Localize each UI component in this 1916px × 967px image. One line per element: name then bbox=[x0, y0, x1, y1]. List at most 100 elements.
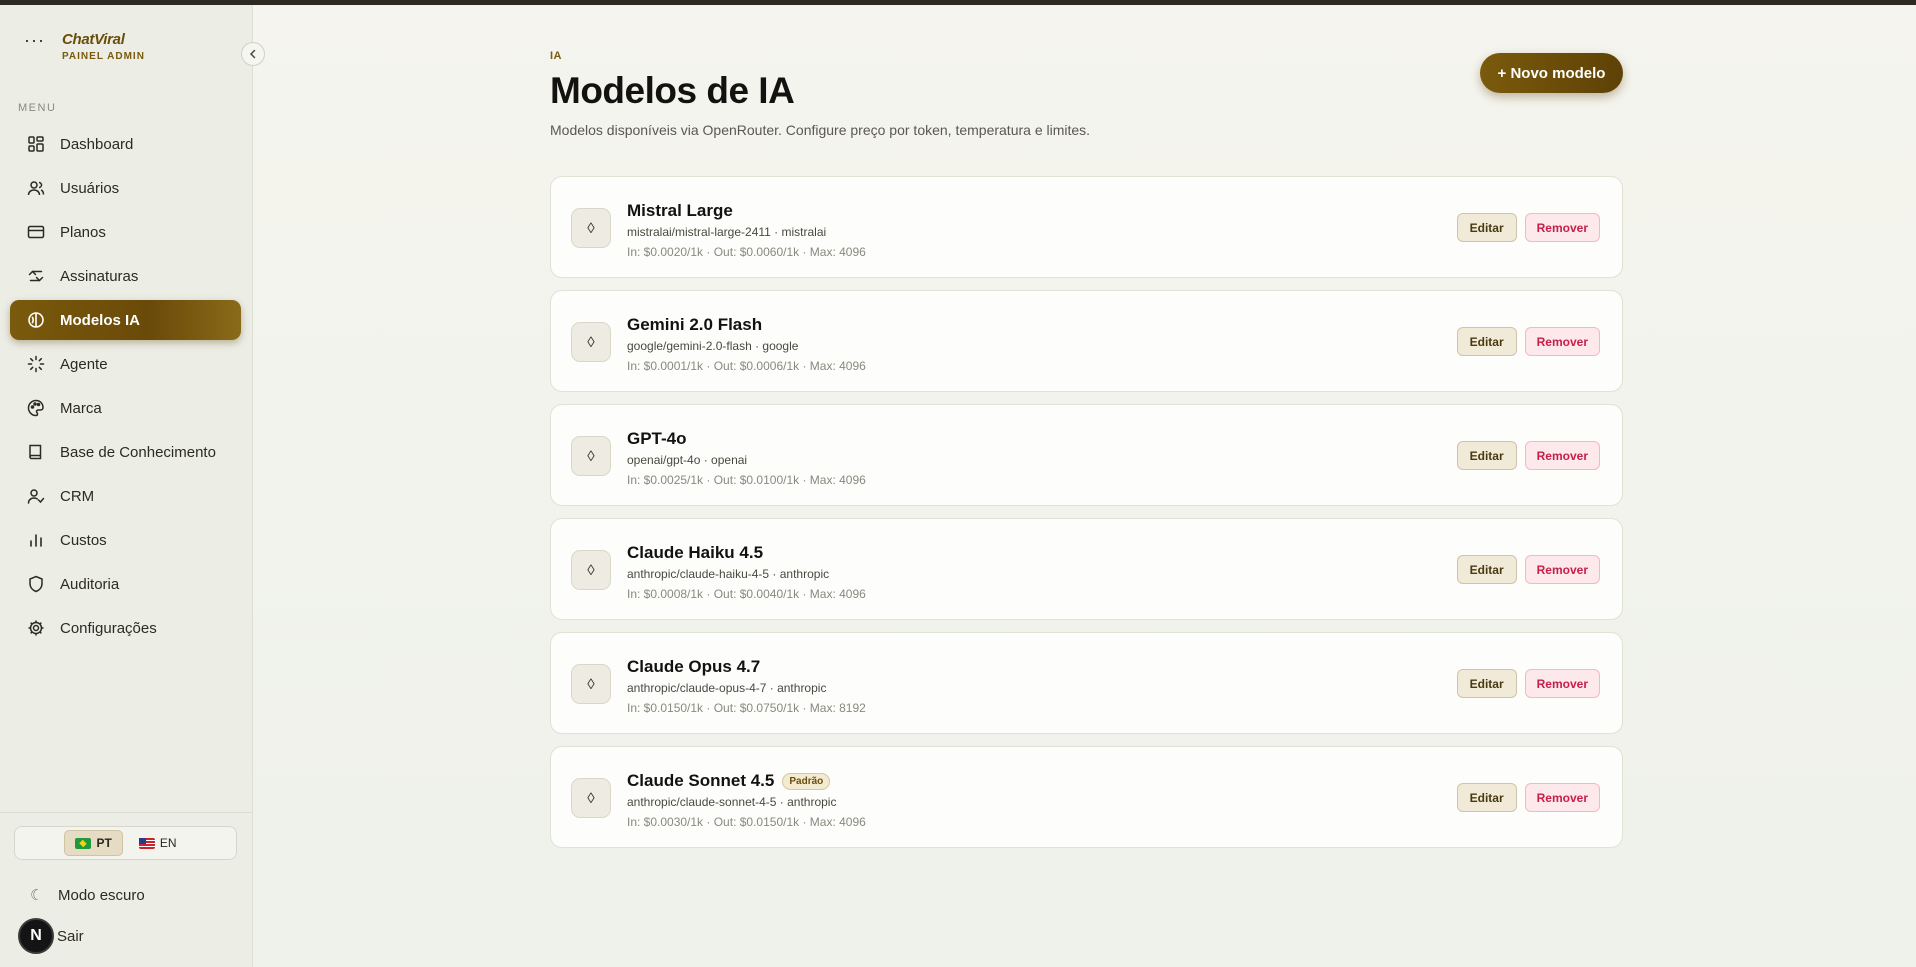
sidebar-item-label: Modelos IA bbox=[60, 311, 141, 329]
model-name: Claude Haiku 4.5 bbox=[627, 543, 764, 562]
dark-mode-label: Modo escuro bbox=[58, 886, 145, 904]
sidebar-item-ai-models[interactable]: Modelos IA bbox=[10, 300, 241, 340]
dark-mode-toggle[interactable]: ☾ Modo escuro bbox=[30, 886, 145, 905]
language-pt-button[interactable]: PT bbox=[64, 830, 123, 856]
logout-label: Sair bbox=[57, 927, 84, 945]
bar-chart-icon bbox=[26, 530, 46, 550]
sidebar: ··· ChatViral PAINEL ADMIN MENU Dashboar… bbox=[0, 5, 265, 967]
model-card: ◊ Mistral Large mistralai/mistral-large-… bbox=[550, 176, 1623, 278]
model-card: ◊ GPT-4o openai/gpt-4o · openai In: $0.0… bbox=[550, 404, 1623, 506]
sidebar-item-label: Agente bbox=[60, 355, 108, 373]
chevron-left-icon bbox=[249, 49, 256, 59]
logout-button[interactable]: N Sair bbox=[18, 918, 84, 954]
page-title: Modelos de IA bbox=[550, 70, 795, 111]
diamond-icon: ◊ bbox=[571, 664, 611, 704]
window-top-bar bbox=[0, 0, 1916, 5]
model-name: Claude Opus 4.7 bbox=[627, 657, 761, 676]
language-switcher: PT EN bbox=[14, 826, 237, 860]
sidebar-item-dashboard[interactable]: Dashboard bbox=[10, 124, 241, 164]
spark-icon bbox=[26, 354, 46, 374]
shield-icon bbox=[26, 574, 46, 594]
model-id: google/gemini-2.0-flash · google bbox=[627, 339, 799, 353]
sidebar-item-label: CRM bbox=[60, 487, 95, 505]
sidebar-item-costs[interactable]: Custos bbox=[10, 520, 241, 560]
sidebar-item-label: Base de Conhecimento bbox=[60, 443, 216, 461]
language-en-button[interactable]: EN bbox=[129, 830, 187, 856]
brand-name: ChatViral bbox=[62, 31, 125, 48]
model-id: anthropic/claude-haiku-4-5 · anthropic bbox=[627, 567, 830, 581]
main-content: IA Modelos de IA Modelos disponíveis via… bbox=[550, 50, 1623, 848]
edit-button[interactable]: Editar bbox=[1456, 327, 1517, 356]
model-id: anthropic/claude-sonnet-4-5 · anthropic bbox=[627, 795, 837, 809]
model-id: mistralai/mistral-large-2411 · mistralai bbox=[627, 225, 827, 239]
edit-button[interactable]: Editar bbox=[1456, 213, 1517, 242]
edit-button[interactable]: Editar bbox=[1456, 441, 1517, 470]
model-pricing: In: $0.0008/1k · Out: $0.0040/1k · Max: … bbox=[627, 587, 866, 601]
sidebar-divider bbox=[0, 812, 253, 813]
diamond-icon: ◊ bbox=[571, 778, 611, 818]
gear-icon bbox=[26, 618, 46, 638]
diamond-icon: ◊ bbox=[571, 436, 611, 476]
repeat-icon bbox=[26, 266, 46, 286]
edit-button[interactable]: Editar bbox=[1456, 783, 1517, 812]
sidebar-item-knowledge-base[interactable]: Base de Conhecimento bbox=[10, 432, 241, 472]
user-check-icon bbox=[26, 486, 46, 506]
model-card: ◊ Claude Haiku 4.5 anthropic/claude-haik… bbox=[550, 518, 1623, 620]
sidebar-item-agent[interactable]: Agente bbox=[10, 344, 241, 384]
sidebar-item-label: Planos bbox=[60, 223, 106, 241]
sidebar-item-label: Dashboard bbox=[60, 135, 134, 153]
sidebar-item-subscriptions[interactable]: Assinaturas bbox=[10, 256, 241, 296]
diamond-icon: ◊ bbox=[571, 550, 611, 590]
remove-button[interactable]: Remover bbox=[1524, 783, 1600, 812]
model-name: Gemini 2.0 Flash bbox=[627, 315, 763, 334]
model-pricing: In: $0.0020/1k · Out: $0.0060/1k · Max: … bbox=[627, 245, 866, 259]
us-flag-icon bbox=[138, 837, 155, 849]
sidebar-item-label: Marca bbox=[60, 399, 102, 417]
model-name: GPT-4o bbox=[627, 429, 687, 448]
edit-button[interactable]: Editar bbox=[1456, 669, 1517, 698]
collapse-sidebar-button[interactable] bbox=[241, 42, 265, 66]
default-badge: Padrão bbox=[782, 772, 831, 790]
model-id: openai/gpt-4o · openai bbox=[627, 453, 748, 467]
menu-label: MENU bbox=[18, 102, 57, 114]
sidebar-item-crm[interactable]: CRM bbox=[10, 476, 241, 516]
model-id: anthropic/claude-opus-4-7 · anthropic bbox=[627, 681, 827, 695]
model-pricing: In: $0.0150/1k · Out: $0.0750/1k · Max: … bbox=[627, 701, 866, 715]
model-name: Mistral Large bbox=[627, 201, 733, 220]
sidebar-item-audit[interactable]: Auditoria bbox=[10, 564, 241, 604]
remove-button[interactable]: Remover bbox=[1524, 441, 1600, 470]
remove-button[interactable]: Remover bbox=[1524, 327, 1600, 356]
sidebar-item-label: Usuários bbox=[60, 179, 120, 197]
palette-icon bbox=[26, 398, 46, 418]
sidebar-item-brand[interactable]: Marca bbox=[10, 388, 241, 428]
sidebar-item-label: Auditoria bbox=[60, 575, 120, 593]
diamond-icon: ◊ bbox=[571, 322, 611, 362]
model-card: ◊ Claude Opus 4.7 anthropic/claude-opus-… bbox=[550, 632, 1623, 734]
dots-icon[interactable]: ··· bbox=[24, 31, 62, 49]
users-icon bbox=[26, 178, 46, 198]
sidebar-item-label: Configurações bbox=[60, 619, 157, 637]
model-pricing: In: $0.0001/1k · Out: $0.0006/1k · Max: … bbox=[627, 359, 866, 373]
language-label: EN bbox=[159, 836, 177, 850]
remove-button[interactable]: Remover bbox=[1524, 555, 1600, 584]
brand-subtitle: PAINEL ADMIN bbox=[62, 51, 145, 62]
model-pricing: In: $0.0025/1k · Out: $0.0100/1k · Max: … bbox=[627, 473, 866, 487]
remove-button[interactable]: Remover bbox=[1524, 213, 1600, 242]
model-card: ◊ Gemini 2.0 Flash google/gemini-2.0-fla… bbox=[550, 290, 1623, 392]
sidebar-item-label: Custos bbox=[60, 531, 107, 549]
credit-card-icon bbox=[26, 222, 46, 242]
brand: ··· ChatViral PAINEL ADMIN bbox=[24, 31, 145, 62]
model-pricing: In: $0.0030/1k · Out: $0.0150/1k · Max: … bbox=[627, 815, 866, 829]
new-model-button[interactable]: + Novo modelo bbox=[1480, 53, 1623, 93]
dashboard-icon bbox=[26, 134, 46, 154]
sidebar-item-users[interactable]: Usuários bbox=[10, 168, 241, 208]
sidebar-item-plans[interactable]: Planos bbox=[10, 212, 241, 252]
edit-button[interactable]: Editar bbox=[1456, 555, 1517, 584]
moon-icon: ☾ bbox=[30, 887, 44, 904]
remove-button[interactable]: Remover bbox=[1524, 669, 1600, 698]
brain-icon bbox=[26, 310, 46, 330]
sidebar-item-settings[interactable]: Configurações bbox=[10, 608, 241, 648]
page-subtitle: Modelos disponíveis via OpenRouter. Conf… bbox=[550, 122, 1091, 138]
sidebar-item-label: Assinaturas bbox=[60, 267, 139, 285]
brazil-flag-icon bbox=[75, 837, 92, 849]
